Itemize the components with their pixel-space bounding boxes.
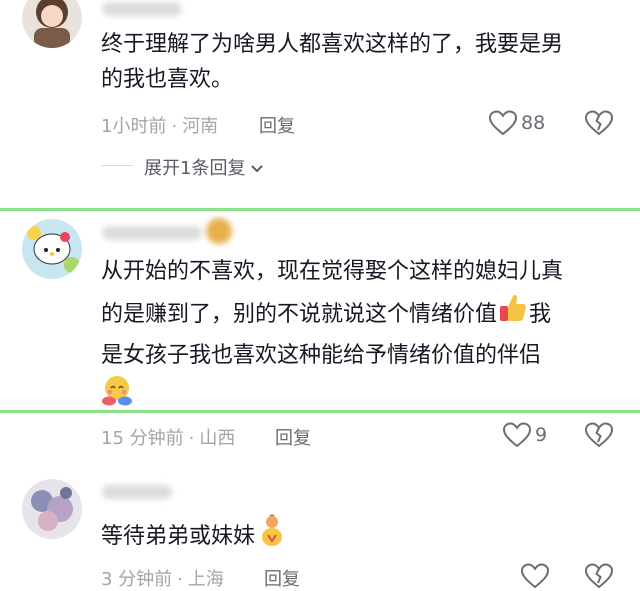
reply-button[interactable]: 回复 <box>264 565 300 591</box>
comment-meta: 15 分钟前 · 山西 <box>101 428 236 449</box>
comment-meta: 1小时前 · 河南 <box>101 116 219 137</box>
avatar[interactable] <box>22 0 82 48</box>
comment-time: 15 分钟前 <box>101 428 184 449</box>
comment-text: 的是赚到了，别的不说就说这个情绪价值 我 <box>101 293 551 337</box>
comment-text: 从开始的不喜欢，现在觉得娶个这样的媳妇儿真 <box>101 259 564 284</box>
comment-text: 等待弟弟或妹妹 <box>101 513 285 561</box>
comment-text-segment: 等待弟弟或妹妹 <box>101 524 256 549</box>
comment-location: 山西 <box>199 428 236 449</box>
broken-heart-icon[interactable] <box>584 109 614 137</box>
like-count: 88 <box>521 112 546 134</box>
comment-time: 1小时前 <box>101 116 167 137</box>
comment-location: 河南 <box>182 116 219 137</box>
reply-button[interactable]: 回复 <box>259 112 295 138</box>
praying-fortune-emoji-icon <box>259 513 285 561</box>
like-count: 9 <box>535 424 548 446</box>
comment-location: 上海 <box>187 569 224 590</box>
comment-text-segment: 我 <box>529 302 552 327</box>
comment-time: 3 分钟前 <box>101 569 173 590</box>
comment-meta: 3 分钟前 · 上海 <box>101 569 224 590</box>
reply-button[interactable]: 回复 <box>275 424 311 450</box>
thumbs-up-emoji-icon <box>499 293 527 337</box>
highlight-border-top <box>0 208 640 211</box>
expand-replies-button[interactable]: 展开1条回复 <box>144 154 264 180</box>
highlight-border-bottom <box>0 410 640 413</box>
broken-heart-icon[interactable] <box>584 421 614 449</box>
avatar[interactable] <box>22 479 82 539</box>
avatar[interactable] <box>22 219 82 279</box>
comment-text-segment: 的是赚到了，别的不说就说这个情绪价值 <box>101 302 498 327</box>
username[interactable] <box>102 485 172 499</box>
username-badge <box>206 218 232 244</box>
username[interactable] <box>102 226 202 240</box>
expand-replies-label: 展开1条回复 <box>144 158 246 179</box>
broken-heart-icon[interactable] <box>584 562 614 590</box>
heart-outline-icon[interactable] <box>520 562 550 590</box>
comment-text: 的我也喜欢。 <box>101 67 234 92</box>
heart-outline-icon[interactable] <box>502 421 532 449</box>
chevron-down-icon <box>251 157 264 178</box>
expand-divider <box>101 165 133 166</box>
hug-emoji-icon <box>101 374 133 410</box>
heart-outline-icon[interactable] <box>488 109 518 137</box>
username[interactable] <box>102 2 182 16</box>
comment-text: 是女孩子我也喜欢这种能给予情绪价值的伴侣 <box>101 343 542 368</box>
